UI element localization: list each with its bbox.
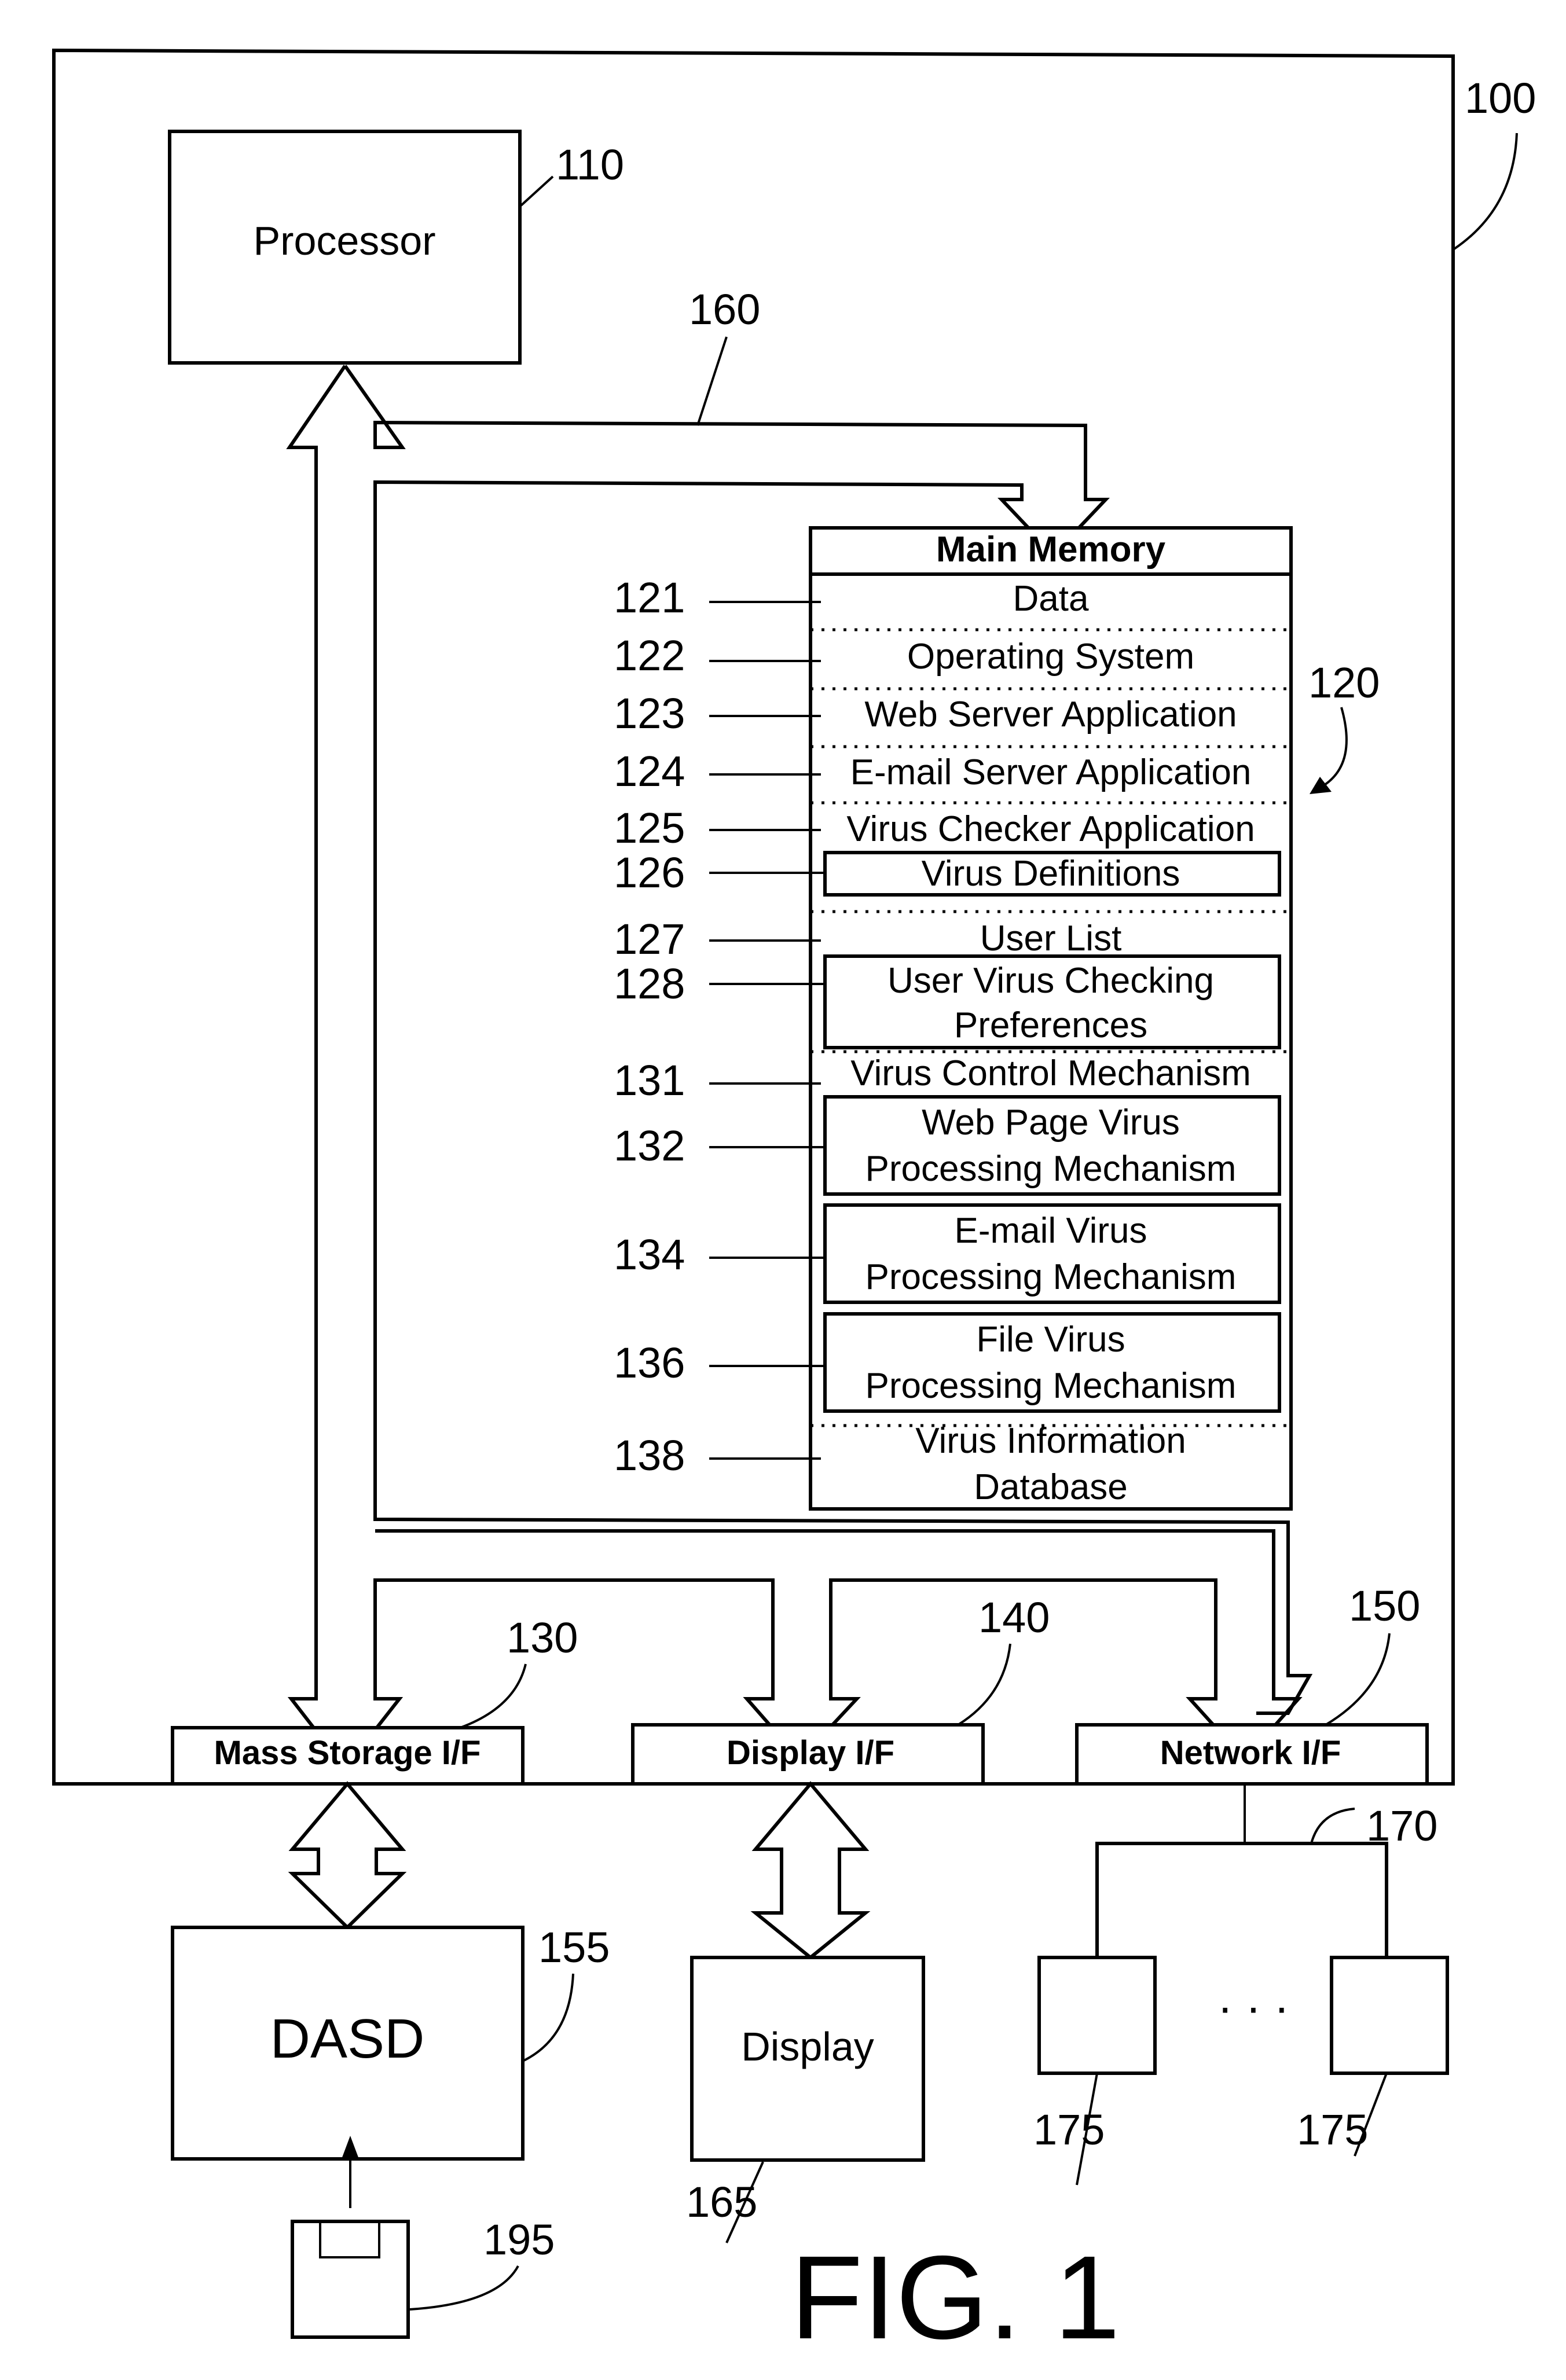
ref-195: 195 [483, 2216, 555, 2264]
ref-130: 130 [507, 1614, 578, 1662]
leader-160 [696, 336, 728, 426]
memory-item-label: User List [980, 919, 1122, 958]
memory-item-label: Virus Information [915, 1421, 1186, 1461]
ref-120: 120 [1308, 659, 1380, 707]
leader-110 [520, 175, 554, 207]
memory-item-label: User Virus Checking [887, 961, 1214, 1001]
ref-110: 110 [556, 141, 624, 189]
memory-item-label: Database [974, 1467, 1127, 1507]
mass-storage-if-label: Mass Storage I/F [214, 1734, 481, 1772]
ref-label: 124 [614, 747, 685, 795]
patent-figure: 100 Processor 110 160 Main Memory 120 Da… [52, 48, 1536, 2364]
memory-item-123: Web Server Application 123 [614, 689, 1237, 737]
ref-label: 125 [614, 804, 685, 852]
ref-label: 136 [614, 1339, 685, 1387]
memory-item-label: Virus Control Mechanism [850, 1053, 1250, 1093]
leader-170 [1310, 1808, 1355, 1844]
memory-item-label: Virus Definitions [922, 854, 1180, 894]
ref-label: 122 [614, 631, 685, 680]
ref-175-a: 175 [1033, 2106, 1105, 2154]
memory-item-label: Web Page Virus [922, 1103, 1180, 1143]
ref-label: 123 [614, 689, 685, 737]
network-node-1 [1037, 1956, 1157, 2075]
ref-170: 170 [1366, 1802, 1437, 1850]
display-if-label: Display I/F [727, 1734, 894, 1772]
network-if-label: Network I/F [1160, 1734, 1341, 1772]
ref-label: 132 [614, 1122, 685, 1170]
network-bus [1095, 1842, 1388, 1957]
ref-label: 126 [614, 849, 685, 897]
ref-150: 150 [1349, 1582, 1420, 1630]
dasd-label: DASD [270, 2008, 425, 2070]
ref-165: 165 [686, 2178, 757, 2226]
leader-100 [1453, 133, 1518, 250]
mass-storage-dasd-arrow [288, 1781, 407, 1930]
memory-item-label: Processing Mechanism [865, 1257, 1237, 1297]
memory-item-label: Data [1013, 579, 1089, 619]
ref-label: 127 [614, 915, 685, 963]
network-node-2 [1330, 1956, 1449, 2075]
processor-label: Processor [253, 218, 435, 263]
memory-item-label: File Virus [976, 1320, 1125, 1360]
memory-item-124: E-mail Server Application 124 [614, 747, 1251, 795]
memory-item-125: Virus Checker Application 125 [614, 804, 1255, 852]
memory-item-label: Preferences [954, 1005, 1147, 1045]
ref-label: 138 [614, 1431, 685, 1479]
memory-item-label: Processing Mechanism [865, 1149, 1237, 1189]
memory-item-label: E-mail Virus [954, 1211, 1147, 1251]
leader-195 [409, 2265, 519, 2311]
arrowhead-120 [1310, 777, 1332, 794]
ref-label: 121 [614, 574, 685, 622]
memory-item-label: Processing Mechanism [865, 1366, 1237, 1406]
network-ellipsis: · · · [1217, 1981, 1289, 2033]
ref-100: 100 [1465, 74, 1536, 122]
leader-155 [523, 1973, 574, 2062]
leader-140 [957, 1643, 1011, 1726]
memory-item-label: Virus Checker Application [846, 809, 1255, 849]
floppy-disk-icon [291, 2220, 410, 2339]
ref-label: 131 [614, 1056, 685, 1104]
figure-title: FIG. 1 [790, 2231, 1120, 2364]
ref-160: 160 [689, 285, 760, 333]
memory-item-label: Web Server Application [864, 695, 1237, 734]
memory-item-label: Operating System [907, 637, 1194, 677]
display-if-arrow [750, 1781, 871, 1960]
ref-140: 140 [978, 1593, 1050, 1641]
ref-label: 134 [614, 1231, 685, 1279]
leader-130 [460, 1663, 527, 1729]
memory-item-label: E-mail Server Application [850, 752, 1252, 792]
bus-processor-left [286, 365, 347, 1591]
main-memory-title: Main Memory [936, 530, 1166, 570]
ref-155: 155 [538, 1923, 610, 1971]
display-label: Display [741, 2024, 874, 2069]
ref-label: 128 [614, 960, 685, 1008]
leader-120 [1322, 707, 1348, 787]
leader-150 [1325, 1633, 1391, 1726]
